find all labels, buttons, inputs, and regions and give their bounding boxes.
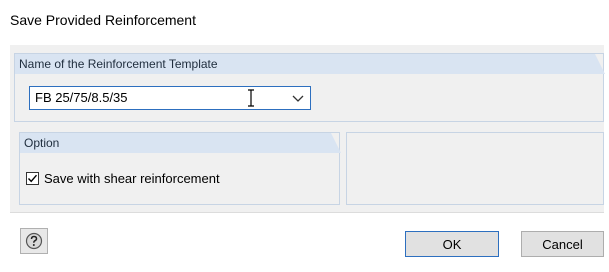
shear-reinforcement-row[interactable]: Save with shear reinforcement <box>26 171 220 186</box>
save-reinforcement-dialog: Save Provided Reinforcement Name of the … <box>0 0 609 272</box>
template-name-combobox[interactable]: FB 25/75/8.5/35 <box>29 86 311 110</box>
option-group: Option Save with shear reinforcement <box>19 132 341 205</box>
checkmark-icon <box>27 174 38 183</box>
shear-reinforcement-label[interactable]: Save with shear reinforcement <box>44 171 220 186</box>
chevron-down-icon[interactable] <box>291 92 305 104</box>
template-name-group-header: Name of the Reinforcement Template <box>15 54 605 74</box>
dialog-title: Save Provided Reinforcement <box>10 12 196 28</box>
help-button[interactable] <box>20 228 48 254</box>
footer-divider <box>10 212 604 213</box>
template-name-value[interactable]: FB 25/75/8.5/35 <box>35 90 128 105</box>
text-cursor-icon <box>248 89 254 107</box>
option-group-header: Option <box>20 133 341 153</box>
template-name-group: Name of the Reinforcement Template FB 25… <box>14 53 605 122</box>
title-bar: Save Provided Reinforcement <box>0 0 609 40</box>
ok-button[interactable]: OK <box>405 231 499 257</box>
shear-reinforcement-checkbox[interactable] <box>26 172 39 185</box>
cancel-button[interactable]: Cancel <box>521 231 604 257</box>
help-icon <box>25 232 43 250</box>
empty-panel <box>346 132 604 205</box>
